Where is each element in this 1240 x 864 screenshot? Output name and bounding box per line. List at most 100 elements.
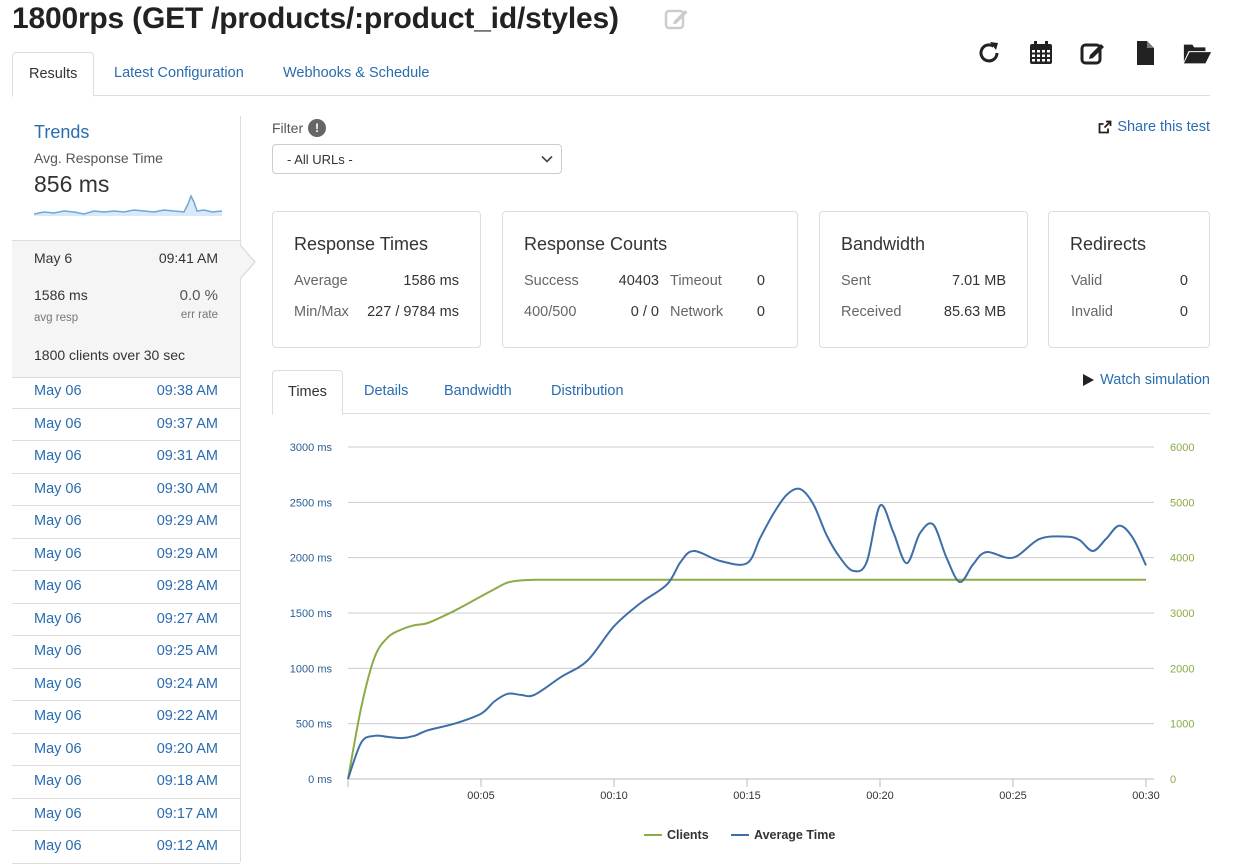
history-time: 09:37 AM (156, 415, 218, 432)
y-left-tick-label: 0 ms (308, 774, 332, 786)
history-time: 09:20 AM (156, 740, 218, 757)
history-item[interactable]: May 06 09:31 AM (12, 441, 240, 474)
tab-times[interactable]: Times (272, 370, 343, 415)
clients-series-line (347, 578, 1146, 780)
page-title: 1800rps (GET /products/:product_id/style… (12, 2, 619, 35)
minmax-label: Min/Max (294, 304, 349, 320)
history-time: 09:25 AM (156, 643, 218, 659)
history-date: May 06 (34, 545, 82, 562)
history-time: 09:22 AM (156, 708, 218, 724)
tab-details[interactable]: Details (364, 370, 408, 413)
history-item[interactable]: May 06 09:29 AM (12, 506, 240, 539)
share-test-label: Share this test (1117, 119, 1210, 135)
y-left-tick-label: 1000 ms (290, 663, 333, 675)
y-right-tick-label: 6000 (1170, 442, 1194, 454)
history-item[interactable]: May 06 09:37 AM (12, 409, 240, 441)
history-time: 09:17 AM (156, 805, 218, 822)
trends-title[interactable]: Trends (34, 122, 89, 143)
share-test-link[interactable]: Share this test (1098, 119, 1210, 135)
errors-label: 400/500 (524, 304, 577, 320)
network-label: Network (670, 304, 724, 320)
average-value: 1586 ms (403, 273, 459, 289)
legend-label-average-time: Average Time (754, 828, 835, 842)
history-item[interactable]: May 06 09:18 AM (12, 766, 240, 799)
network-value: 0 (756, 304, 765, 320)
tab-results[interactable]: Results (12, 52, 95, 97)
current-avg-resp: 1586 ms (34, 287, 88, 303)
history-item[interactable]: May 06 09:12 AM (12, 831, 240, 864)
tab-webhooks-schedule[interactable]: Webhooks & Schedule (283, 52, 429, 95)
history-item[interactable]: May 06 09:27 AM (12, 604, 240, 636)
y-right-tick-label: 0 (1170, 774, 1176, 786)
y-left-tick-label: 1500 ms (290, 608, 333, 620)
history-date: May 06 (34, 708, 82, 724)
history-date: May 06 (34, 383, 82, 399)
chart-tabs: Times Details Bandwidth Distribution (272, 370, 1210, 415)
history-item[interactable]: May 06 09:38 AM (12, 376, 240, 409)
sent-label: Sent (841, 273, 871, 289)
history-item[interactable]: May 06 09:29 AM (12, 539, 240, 571)
share-icon (1098, 120, 1112, 134)
history-time: 09:31 AM (156, 448, 218, 464)
history-time: 09:18 AM (156, 773, 218, 789)
x-tick-label: 00:15 (733, 790, 761, 802)
info-icon[interactable]: ! (308, 119, 326, 137)
history-item[interactable]: May 06 09:17 AM (12, 799, 240, 831)
redirects-card: Redirects Valid 0 Invalid 0 (1048, 211, 1210, 348)
valid-label: Valid (1071, 273, 1103, 289)
results-tabs: Results Latest Configuration Webhooks & … (12, 52, 1210, 97)
y-left-tick-label: 2000 ms (290, 553, 333, 565)
received-label: Received (841, 304, 902, 320)
history-time: 09:29 AM (156, 513, 218, 529)
history-date: May 06 (34, 513, 82, 529)
card-title: Response Counts (524, 234, 668, 254)
y-left-tick-label: 500 ms (296, 719, 333, 731)
history-date: May 06 (34, 838, 82, 854)
current-run[interactable]: May 6 09:41 AM 1586 ms 0.0 % avg resp er… (12, 240, 256, 378)
chevron-down-icon (541, 155, 553, 163)
x-tick-label: 00:30 (1132, 790, 1160, 802)
edit-title-icon[interactable] (664, 6, 690, 37)
tab-distribution[interactable]: Distribution (551, 370, 624, 413)
history-date: May 06 (34, 415, 82, 432)
history-time: 09:28 AM (156, 578, 218, 594)
history-item[interactable]: May 06 09:24 AM (12, 669, 240, 701)
sent-value: 7.01 MB (952, 273, 1006, 289)
history-time: 09:12 AM (156, 838, 218, 854)
x-tick-label: 00:25 (999, 790, 1027, 802)
err-rate-label: err rate (180, 309, 218, 321)
history-time: 09:24 AM (156, 675, 218, 692)
success-label: Success (524, 273, 579, 289)
current-err-rate: 0.0 % (179, 287, 218, 304)
history-item[interactable]: May 06 09:20 AM (12, 734, 240, 766)
watch-simulation-link[interactable]: Watch simulation (1083, 372, 1210, 388)
history-date: May 06 (34, 740, 82, 757)
y-right-tick-label: 3000 (1170, 608, 1194, 620)
response-time-chart: 0 ms 0 500 ms 1000 1000 ms 2000 1500 ms 3000 200… (290, 442, 1195, 842)
x-tick-label: 00:05 (467, 790, 495, 802)
response-times-card: Response Times Average 1586 ms Min/Max 2… (272, 211, 481, 348)
url-filter-select[interactable]: - All URLs - (272, 144, 562, 174)
success-value: 40403 (618, 273, 659, 289)
history-item[interactable]: May 06 09:25 AM (12, 636, 240, 669)
url-filter-value: - All URLs - (287, 152, 353, 167)
history-date: May 06 (34, 480, 82, 497)
watch-simulation-label: Watch simulation (1100, 372, 1210, 388)
response-counts-card: Response Counts Success 40403 Timeout 0 … (502, 211, 798, 348)
history-item[interactable]: May 06 09:30 AM (12, 474, 240, 506)
average-label: Average (294, 273, 348, 289)
history-date: May 06 (34, 578, 82, 594)
history-item[interactable]: May 06 09:22 AM (12, 701, 240, 734)
minmax-value: 227 / 9784 ms (367, 304, 459, 320)
invalid-label: Invalid (1071, 304, 1113, 320)
tab-bandwidth[interactable]: Bandwidth (444, 370, 512, 413)
history-item[interactable]: May 06 09:28 AM (12, 571, 240, 604)
y-right-tick-label: 5000 (1170, 497, 1194, 509)
tab-latest-configuration[interactable]: Latest Configuration (114, 52, 244, 95)
current-run-date: May 6 (34, 250, 73, 266)
history-date: May 06 (34, 448, 82, 464)
valid-value: 0 (1179, 273, 1188, 289)
filter-label: Filter (272, 120, 304, 136)
bandwidth-card: Bandwidth Sent 7.01 MB Received 85.63 MB (819, 211, 1028, 348)
card-title: Redirects (1070, 234, 1147, 254)
